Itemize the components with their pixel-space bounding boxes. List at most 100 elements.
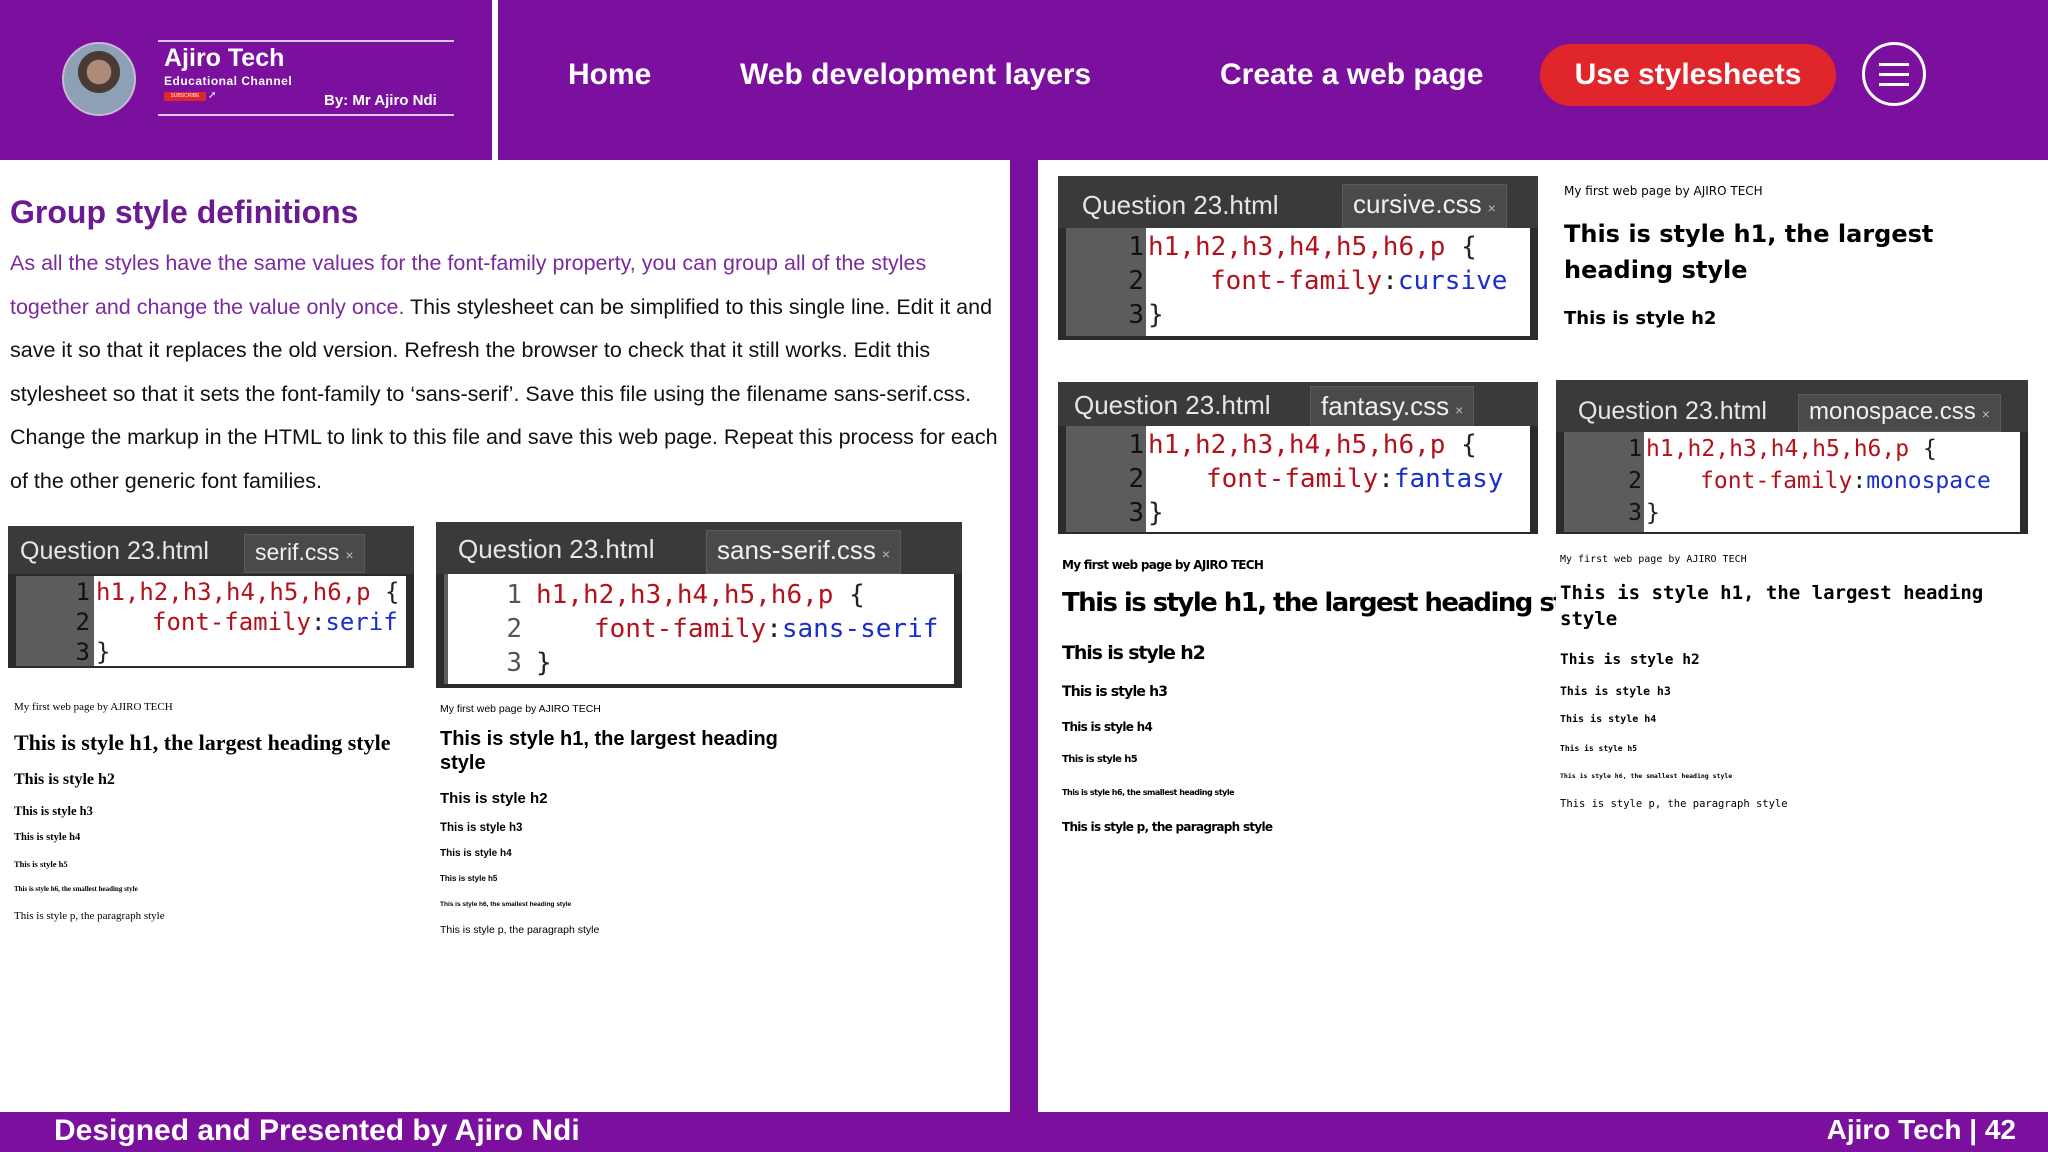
tab-label: serif.css <box>255 539 340 565</box>
line-number: 1 <box>1128 232 1144 262</box>
tab-fantasy-css[interactable]: fantasy.css × <box>1310 386 1475 430</box>
brand-logo[interactable]: Ajiro Tech Educational Channel SUBSCRIBE… <box>58 38 458 118</box>
right-panel: Question 23.html cursive.css × 1 2 3 h1,h… <box>1038 160 2048 1112</box>
tab-label: sans-serif.css <box>717 535 876 565</box>
code-colon: : <box>310 608 326 636</box>
tab-question-23[interactable]: Question 23.html <box>10 532 219 570</box>
output-h1: This is style h1, the largest heading st… <box>440 728 778 774</box>
tab-sans-serif-css[interactable]: sans-serif.css × <box>706 530 902 574</box>
code-editor-serif: Question 23.html serif.css × 1 2 3 h1,h2,… <box>8 526 414 838</box>
output-h3: This is style h3 <box>14 804 93 818</box>
output-h4: This is style h4 <box>1560 714 1657 725</box>
code-property: font-family <box>1700 468 1853 494</box>
brand-name: Ajiro Tech <box>164 44 285 72</box>
tab-question-23[interactable]: Question 23.html <box>1568 394 1777 428</box>
code-value: sans-serif <box>781 614 939 644</box>
tab-question-23[interactable]: Question 23.html <box>1072 186 1289 224</box>
line-number: 2 <box>75 608 90 636</box>
output-h5: This is style h5 <box>440 874 498 883</box>
code-selectors: h1,h2,h3,h4,h5,h6,p <box>1646 436 1910 462</box>
line-number: 2 <box>1128 464 1144 494</box>
nav-use-stylesheets[interactable]: Use stylesheets <box>1540 44 1836 106</box>
output-h6: This is style h6, the smallest heading s… <box>440 901 572 908</box>
line-number: 3 <box>1628 500 1642 526</box>
code-property: font-family <box>152 608 311 636</box>
close-icon[interactable]: × <box>1982 406 1990 422</box>
footer-credit: Designed and Presented by Ajiro Ndi <box>54 1114 580 1147</box>
tab-cursive-css[interactable]: cursive.css × <box>1342 184 1507 228</box>
close-icon[interactable]: × <box>1488 200 1496 216</box>
output-p: This is style p, the paragraph style <box>1560 798 1788 810</box>
nav-home[interactable]: Home <box>568 44 651 106</box>
tab-monospace-css[interactable]: monospace.css × <box>1798 394 2001 432</box>
hamburger-menu-icon[interactable] <box>1862 42 1926 106</box>
output-h2: This is style h2 <box>14 771 115 788</box>
tab-serif-css[interactable]: serif.css × <box>244 534 365 573</box>
code-editor-cursive: Question 23.html cursive.css × 1 2 3 h1,h… <box>1058 176 1538 340</box>
header-bar: Ajiro Tech Educational Channel SUBSCRIBE… <box>0 0 2048 160</box>
output-p: This is style p, the paragraph style <box>14 910 165 922</box>
nav-create-a-web-page[interactable]: Create a web page <box>1220 44 1483 106</box>
code-colon: : <box>1378 464 1394 494</box>
brand-rule-bottom <box>158 114 454 116</box>
code-brace: } <box>96 638 111 666</box>
code-selectors: h1,h2,h3,h4,h5,h6,p <box>536 580 834 610</box>
line-number: 2 <box>1628 468 1642 494</box>
output-h1: This is style h1, the largest heading st… <box>1560 582 1984 630</box>
tab-label: cursive.css <box>1353 189 1482 219</box>
line-number: 2 <box>506 614 522 644</box>
code-value: monospace <box>1866 468 1991 494</box>
code-brace: { <box>1461 430 1477 460</box>
output-h1: This is style h1, the largest heading st… <box>14 730 391 755</box>
close-icon[interactable]: × <box>1455 402 1463 418</box>
section-title: Group style definitions <box>10 194 359 230</box>
code-property: font-family <box>1210 266 1383 296</box>
output-h5: This is style h5 <box>1560 744 1638 753</box>
instruction-paragraph: As all the styles have the same values f… <box>10 242 1000 503</box>
output-h1: This is style h1, the largest heading st… <box>1062 588 1604 618</box>
line-number: 1 <box>1628 436 1642 462</box>
output-h5: This is style h5 <box>1062 754 1138 765</box>
paragraph-text: This stylesheet can be simplified to thi… <box>10 294 998 493</box>
output-h2: This is style h2 <box>1564 308 1717 329</box>
tab-question-23[interactable]: Question 23.html <box>1064 386 1281 424</box>
close-icon[interactable]: × <box>882 546 890 562</box>
code-brace: { <box>1922 436 1937 462</box>
avatar <box>62 42 136 116</box>
tab-question-23[interactable]: Question 23.html <box>448 530 665 568</box>
output-p: This is style p, the paragraph style <box>440 924 600 936</box>
brand-byline: By: Mr Ajiro Ndi <box>324 92 437 109</box>
code-colon: : <box>1382 266 1398 296</box>
code-colon: : <box>1852 468 1867 494</box>
output-caption: My first web page by AJIRO TECH <box>14 701 173 713</box>
brand-subtitle: Educational Channel <box>164 74 293 88</box>
code-brace: } <box>536 648 552 678</box>
line-number: 2 <box>1128 266 1144 296</box>
code-editor-sans-serif: Question 23.html sans-serif.css × 1 2 3 h… <box>436 522 962 688</box>
close-icon[interactable]: × <box>345 547 353 563</box>
output-h4: This is style h4 <box>1062 720 1153 734</box>
footer-page-number: Ajiro Tech | 42 <box>1826 1114 2016 1145</box>
line-number: 3 <box>75 638 90 666</box>
code-brace: } <box>1646 500 1660 526</box>
output-h3: This is style h3 <box>440 822 523 834</box>
output-caption: My first web page by AJIRO TECH <box>1560 554 1747 565</box>
code-value: serif <box>325 608 398 636</box>
code-property: font-family <box>594 614 767 644</box>
code-value: cursive <box>1397 266 1508 296</box>
tab-label: fantasy.css <box>1321 391 1450 421</box>
output-h2: This is style h2 <box>1560 652 1700 668</box>
output-h2: This is style h2 <box>440 790 548 807</box>
nav-web-development-layers[interactable]: Web development layers <box>740 44 1091 106</box>
code-brace: } <box>1148 498 1164 528</box>
line-number: 3 <box>506 648 522 678</box>
code-selectors: h1,h2,h3,h4,h5,h6,p <box>1148 430 1446 460</box>
code-property: font-family <box>1206 464 1379 494</box>
code-value: fantasy <box>1393 464 1504 494</box>
code-selectors: h1,h2,h3,h4,h5,h6,p <box>96 578 371 606</box>
output-h4: This is style h4 <box>440 848 512 859</box>
footer-bar: Designed and Presented by Ajiro Ndi Ajir… <box>0 1112 2048 1152</box>
brand-rule-top <box>158 40 454 42</box>
output-caption: My first web page by AJIRO TECH <box>1062 558 1264 572</box>
line-number: 3 <box>1128 498 1144 528</box>
